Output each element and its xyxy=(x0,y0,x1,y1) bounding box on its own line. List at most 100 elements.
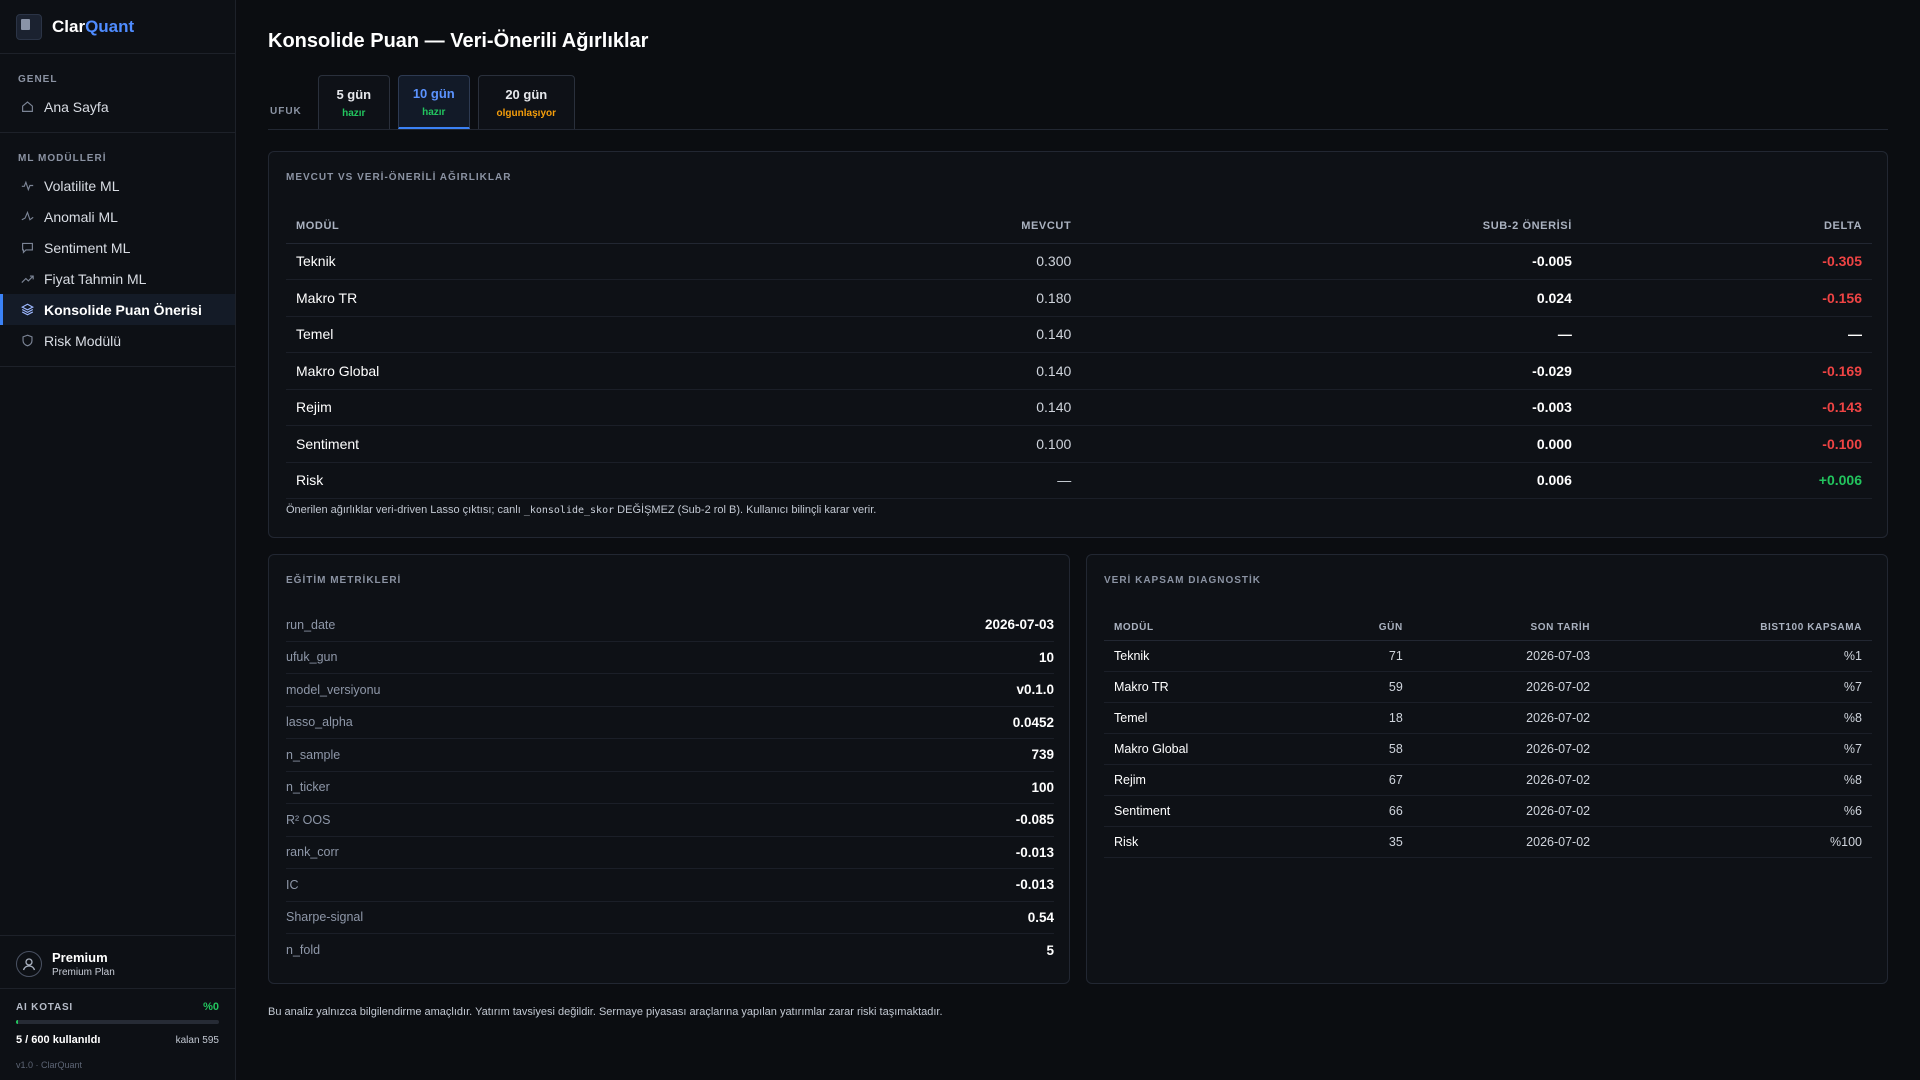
sidebar-item-price-forecast-ml[interactable]: Fiyat Tahmin ML xyxy=(0,263,235,294)
profile[interactable]: Premium Premium Plan xyxy=(0,935,235,988)
column-header: BIST100 KAPSAMA xyxy=(1600,615,1872,641)
metrics-list: run_date 2026-07-03 ufuk_gun 10 model_versiy… xyxy=(286,609,1054,967)
coverage-cell: %7 xyxy=(1600,733,1872,765)
table-row: Risk —0.006 +0.006 xyxy=(286,462,1872,499)
delta-cell: -0.169 xyxy=(1581,352,1872,390)
metric-row: model_versiyonu v0.1.0 xyxy=(286,674,1054,707)
days-cell: 18 xyxy=(1314,702,1413,734)
user-icon xyxy=(16,951,42,977)
metric-value: -0.013 xyxy=(1015,844,1054,860)
sidebar: ClarQuant GENEL Ana Sayfa ML MODÜLLERİ V… xyxy=(0,0,236,1080)
brand[interactable]: ClarQuant xyxy=(0,0,235,54)
delta-cell: — xyxy=(1581,316,1872,353)
quota-remaining: kalan 595 xyxy=(175,1034,219,1046)
days-cell: 58 xyxy=(1314,733,1413,765)
data-coverage-card: VERİ KAPSAM DIAGNOSTİK MODÜL GÜN SON TAR… xyxy=(1086,554,1888,984)
tab-label: 20 gün xyxy=(505,86,548,102)
metric-value: v0.1.0 xyxy=(1016,682,1054,698)
table-header-row: MODÜL MEVCUT SUB-2 ÖNERİSİ DELTA xyxy=(286,209,1872,244)
metric-row: n_sample 739 xyxy=(286,739,1054,772)
logo-icon xyxy=(16,13,42,40)
table-row: Temel 18 2026-07-02 %8 xyxy=(1104,702,1872,734)
sidebar-item-consolidated-score[interactable]: Konsolide Puan Önerisi xyxy=(0,294,235,325)
table-row: Makro TR 0.180 0.024 -0.156 xyxy=(286,279,1872,317)
coverage-cell: %6 xyxy=(1600,795,1872,827)
column-header: GÜN xyxy=(1314,615,1413,641)
module-cell: Sentiment xyxy=(286,425,760,463)
metric-key: n_ticker xyxy=(286,780,330,795)
module-cell: Temel xyxy=(1104,702,1315,734)
coverage-cell: %7 xyxy=(1600,671,1872,703)
module-cell: Risk xyxy=(1104,826,1315,858)
delta-cell: +0.006 xyxy=(1581,462,1872,499)
last-date-cell: 2026-07-02 xyxy=(1412,702,1601,734)
sidebar-item-volatility-ml[interactable]: Volatilite ML xyxy=(0,170,235,201)
days-cell: 71 xyxy=(1314,640,1413,672)
current-cell: 0.100 xyxy=(759,425,1082,463)
module-cell: Teknik xyxy=(1104,640,1315,672)
quota-title: AI KOTASI xyxy=(16,1001,74,1013)
tab-5-days[interactable]: 5 gün hazır xyxy=(317,75,390,129)
quota-percent: %0 xyxy=(203,1001,219,1013)
table-row: Makro Global 0.140 -0.029 -0.169 xyxy=(286,352,1872,390)
delta-cell: -0.305 xyxy=(1581,243,1872,280)
delta-cell: -0.100 xyxy=(1581,425,1872,463)
suggested-cell: -0.005 xyxy=(1081,243,1582,280)
tab-status: hazır xyxy=(342,107,366,119)
quota-used: 5 / 600 kullanıldı xyxy=(16,1034,101,1046)
sidebar-item-label: Sentiment ML xyxy=(44,239,131,256)
nav-section-title: ML MODÜLLERİ xyxy=(18,153,107,164)
sidebar-item-risk-module[interactable]: Risk Modülü xyxy=(0,325,235,356)
suggested-cell: 0.000 xyxy=(1081,425,1582,463)
metric-row: rank_corr -0.013 xyxy=(286,837,1054,869)
coverage-cell: %8 xyxy=(1600,764,1872,796)
coverage-cell: %100 xyxy=(1600,826,1872,858)
table-row: Temel 0.140— — xyxy=(286,316,1872,353)
sidebar-item-label: Fiyat Tahmin ML xyxy=(44,270,147,287)
tab-20-days[interactable]: 20 gün olgunlaşıyor xyxy=(477,75,575,129)
table-row: Makro Global 58 2026-07-02 %7 xyxy=(1104,733,1872,765)
metric-key: R² OOS xyxy=(286,812,331,827)
brand-name-part1: Clar xyxy=(52,16,86,36)
tab-10-days[interactable]: 10 gün hazır xyxy=(397,75,470,129)
module-cell: Makro Global xyxy=(1104,733,1315,765)
page-title: Konsolide Puan — Veri-Önerili Ağırlıklar xyxy=(268,30,649,52)
days-cell: 59 xyxy=(1314,671,1413,703)
tab-label: 10 gün xyxy=(412,85,455,101)
suggested-cell: -0.029 xyxy=(1081,352,1582,390)
nav-section-ml: ML MODÜLLERİ Volatilite ML Anomali ML Se… xyxy=(0,133,235,367)
column-header: MODÜL xyxy=(1104,615,1315,641)
trend-icon xyxy=(20,272,34,286)
days-cell: 35 xyxy=(1314,826,1413,858)
module-cell: Makro TR xyxy=(1104,671,1315,703)
current-cell: 0.140 xyxy=(759,316,1082,353)
module-cell: Rejim xyxy=(1104,764,1315,796)
metrics-card-title: EĞİTİM METRİKLERİ xyxy=(286,575,402,586)
current-cell: 0.140 xyxy=(759,389,1082,426)
weights-card-title: MEVCUT VS VERİ-ÖNERİLİ AĞIRLIKLAR xyxy=(286,172,512,183)
sidebar-item-home[interactable]: Ana Sayfa xyxy=(0,91,235,122)
column-header: MODÜL xyxy=(286,209,760,244)
metric-row: ufuk_gun 10 xyxy=(286,642,1054,674)
quota-footer: 5 / 600 kullanıldı kalan 595 xyxy=(16,1034,219,1046)
sidebar-item-anomaly-ml[interactable]: Anomali ML xyxy=(0,201,235,232)
metric-value: 0.54 xyxy=(1027,909,1054,925)
metric-row: Sharpe-signal 0.54 xyxy=(286,902,1054,934)
profile-plan: Premium Plan xyxy=(52,967,115,978)
weights-card: MEVCUT VS VERİ-ÖNERİLİ AĞIRLIKLAR MODÜL … xyxy=(268,151,1888,538)
metric-key: model_versiyonu xyxy=(286,682,381,697)
main-content: Konsolide Puan — Veri-Önerili Ağırlıklar… xyxy=(268,0,1888,1080)
training-metrics-card: EĞİTİM METRİKLERİ run_date 2026-07-03 ufuk… xyxy=(268,554,1070,984)
weights-table: MODÜL MEVCUT SUB-2 ÖNERİSİ DELTA Teknik 0… xyxy=(286,209,1872,499)
note-text: DEĞİŞMEZ (Sub-2 rol B). Kullanıcı bilinç… xyxy=(614,504,877,516)
sidebar-item-sentiment-ml[interactable]: Sentiment ML xyxy=(0,232,235,263)
profile-text: Premium Premium Plan xyxy=(52,950,115,978)
brand-name: ClarQuant xyxy=(52,17,134,37)
module-cell: Makro TR xyxy=(286,279,760,317)
metric-row: R² OOS -0.085 xyxy=(286,804,1054,837)
horizon-label: UFUK xyxy=(270,106,302,117)
sidebar-item-label: Volatilite ML xyxy=(44,177,120,194)
message-icon xyxy=(20,241,34,255)
home-icon xyxy=(20,100,34,114)
module-cell: Makro Global xyxy=(286,352,760,390)
